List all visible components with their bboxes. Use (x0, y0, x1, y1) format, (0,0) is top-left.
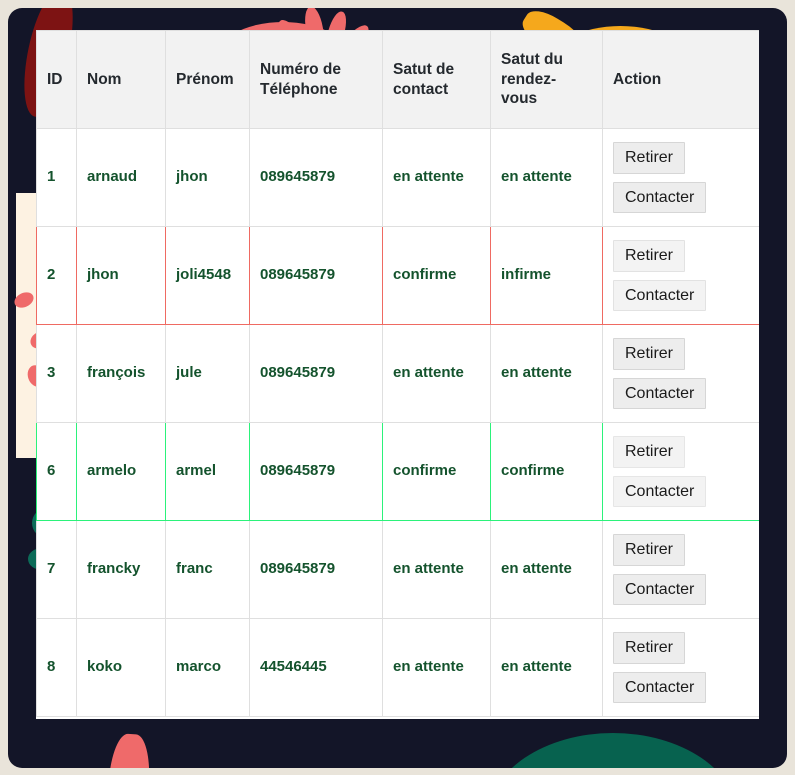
cell-prenom: armel (165, 422, 250, 521)
retirer-button[interactable]: Retirer (613, 338, 686, 370)
table-row: 1 arnaud jhon 089645879 en attente en attente… (36, 128, 759, 227)
retirer-button[interactable]: Retirer (613, 142, 686, 174)
cell-id: 6 (36, 422, 77, 521)
cell-id: 1 (36, 128, 77, 227)
contacter-button[interactable]: Contacter (613, 377, 707, 409)
cell-id: 2 (36, 226, 77, 325)
cell-statut_rdv: en attente (490, 618, 603, 717)
salmon-stem-shape (103, 732, 153, 768)
table-row: 3 françois jule 089645879 en attente en atten… (36, 324, 759, 423)
column-header-statut_rdv: Satut du rendez-vous (490, 30, 603, 129)
cell-statut_rdv: en attente (490, 128, 603, 227)
cell-tel: 089645879 (249, 226, 383, 325)
cell-statut_rdv: infirme (490, 226, 603, 325)
cell-prenom: franc (165, 520, 250, 619)
cell-nom: arnaud (76, 128, 166, 227)
teal-circle-shape (488, 733, 738, 768)
contacter-button[interactable]: Contacter (613, 475, 707, 507)
column-header-statut_contact: Satut de contact (382, 30, 491, 129)
cell-nom: armelo (76, 422, 166, 521)
cell-action: Retirer Contacter (602, 422, 759, 521)
cell-action: Retirer Contacter (602, 520, 759, 619)
cell-tel: 089645879 (249, 520, 383, 619)
table-header: ID Nom Prénom Numéro de Téléphone Satut de c… (36, 30, 759, 129)
table-body: 1 arnaud jhon 089645879 en attente en attente… (36, 128, 759, 717)
cell-statut_contact: en attente (382, 128, 491, 227)
cell-id: 3 (36, 324, 77, 423)
action-button-group: Retirer Contacter (613, 142, 749, 213)
column-header-tel: Numéro de Téléphone (249, 30, 383, 129)
contacts-table-container: ID Nom Prénom Numéro de Téléphone Satut de c… (36, 30, 759, 719)
cell-statut_rdv: en attente (490, 324, 603, 423)
table-row: 2 jhon joli4548 089645879 confirme infirme Ret… (36, 226, 759, 325)
cell-tel: 089645879 (249, 128, 383, 227)
retirer-button[interactable]: Retirer (613, 436, 686, 468)
cell-statut_contact: confirme (382, 226, 491, 325)
cell-id: 7 (36, 520, 77, 619)
column-header-nom: Nom (76, 30, 166, 129)
table-row: 7 francky franc 089645879 en attente en atten… (36, 520, 759, 619)
cell-statut_contact: en attente (382, 520, 491, 619)
action-button-group: Retirer Contacter (613, 240, 749, 311)
cell-statut_contact: en attente (382, 324, 491, 423)
cell-statut_rdv: confirme (490, 422, 603, 521)
column-header-prenom: Prénom (165, 30, 250, 129)
action-button-group: Retirer Contacter (613, 436, 749, 507)
contacter-button[interactable]: Contacter (613, 671, 707, 703)
cell-statut_contact: confirme (382, 422, 491, 521)
action-button-group: Retirer Contacter (613, 632, 749, 703)
cell-tel: 44546445 (249, 618, 383, 717)
cell-prenom: jhon (165, 128, 250, 227)
table-row: 6 armelo armel 089645879 confirme confirme Ret… (36, 422, 759, 521)
cell-tel: 089645879 (249, 324, 383, 423)
cell-action: Retirer Contacter (602, 324, 759, 423)
contacter-button[interactable]: Contacter (613, 181, 707, 213)
cell-prenom: jule (165, 324, 250, 423)
cell-nom: françois (76, 324, 166, 423)
cell-tel: 089645879 (249, 422, 383, 521)
retirer-button[interactable]: Retirer (613, 534, 686, 566)
cell-action: Retirer Contacter (602, 226, 759, 325)
contacter-button[interactable]: Contacter (613, 279, 707, 311)
contacter-button[interactable]: Contacter (613, 573, 707, 605)
cell-nom: koko (76, 618, 166, 717)
cell-prenom: marco (165, 618, 250, 717)
action-button-group: Retirer Contacter (613, 534, 749, 605)
contacts-table: ID Nom Prénom Numéro de Téléphone Satut de c… (36, 30, 759, 717)
table-header-row: ID Nom Prénom Numéro de Téléphone Satut de c… (36, 30, 759, 129)
cell-statut_rdv: en attente (490, 520, 603, 619)
cell-action: Retirer Contacter (602, 618, 759, 717)
page-root: ID Nom Prénom Numéro de Téléphone Satut de c… (0, 0, 795, 775)
cell-action: Retirer Contacter (602, 128, 759, 227)
action-button-group: Retirer Contacter (613, 338, 749, 409)
cell-statut_contact: en attente (382, 618, 491, 717)
cell-id: 8 (36, 618, 77, 717)
cell-prenom: joli4548 (165, 226, 250, 325)
column-header-action: Action (602, 30, 759, 129)
cell-nom: jhon (76, 226, 166, 325)
cell-nom: francky (76, 520, 166, 619)
column-header-id: ID (36, 30, 77, 129)
retirer-button[interactable]: Retirer (613, 240, 686, 272)
retirer-button[interactable]: Retirer (613, 632, 686, 664)
table-row: 8 koko marco 44546445 en attente en attente Re… (36, 618, 759, 717)
